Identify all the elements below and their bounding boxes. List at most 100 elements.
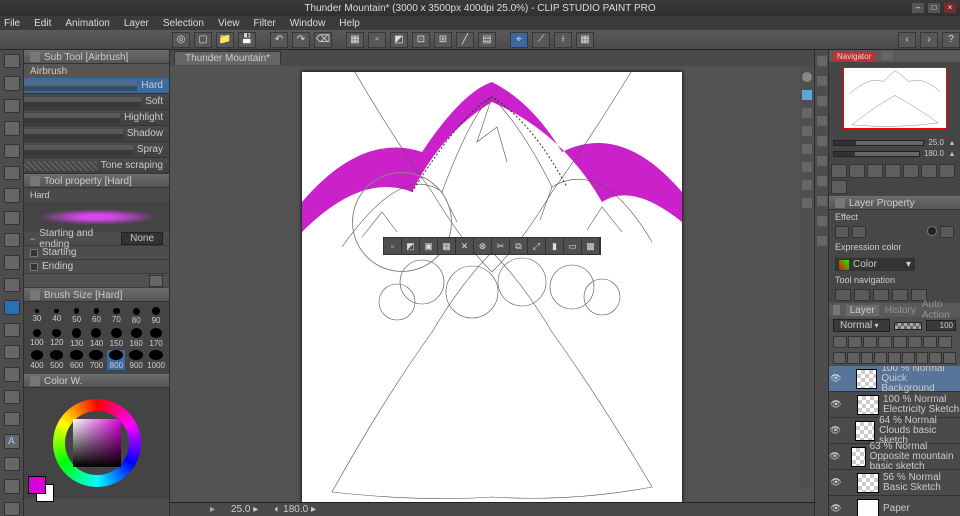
visibility-icon[interactable]: 👁 bbox=[829, 373, 842, 384]
pin-icon[interactable] bbox=[30, 52, 40, 62]
minimize-button[interactable]: – bbox=[912, 3, 924, 13]
layer-action-icon[interactable] bbox=[929, 352, 942, 364]
marquee-tool-icon[interactable] bbox=[4, 144, 20, 158]
brush-size-130[interactable]: 130 bbox=[68, 328, 86, 348]
toolnav-effect-icon[interactable] bbox=[892, 289, 908, 301]
brush-size-90[interactable]: 90 bbox=[147, 306, 165, 326]
brush-size-700[interactable]: 700 bbox=[88, 350, 106, 370]
toolproperty-header[interactable]: Tool property [Hard] bbox=[24, 174, 169, 188]
nav-zoomin-icon[interactable] bbox=[849, 164, 865, 178]
subtool-header[interactable]: Sub Tool [Airbrush] bbox=[24, 50, 169, 64]
pin-icon[interactable] bbox=[835, 198, 845, 208]
chevron-up-icon[interactable]: ▴ bbox=[948, 149, 956, 158]
starting-ending-row[interactable]: − Starting and endingNone bbox=[24, 232, 169, 246]
close-button[interactable]: × bbox=[944, 3, 956, 13]
palette-dock-icon[interactable] bbox=[817, 236, 827, 246]
chevron-up-icon[interactable]: ▴ bbox=[948, 138, 956, 147]
menu-animation[interactable]: Animation bbox=[65, 18, 109, 29]
zoom-readout[interactable]: 25.0 ▸ bbox=[231, 504, 258, 515]
layer-action-icon[interactable] bbox=[893, 336, 907, 348]
eyedropper-tool-icon[interactable] bbox=[4, 211, 20, 225]
pen-tool-icon[interactable] bbox=[4, 233, 20, 247]
brush-size-100[interactable]: 100 bbox=[28, 328, 46, 348]
material4-icon[interactable] bbox=[802, 144, 812, 154]
layer-action-icon[interactable] bbox=[916, 352, 929, 364]
palette-dock-icon[interactable] bbox=[817, 56, 827, 66]
checkbox-icon[interactable] bbox=[30, 249, 38, 257]
operation-tool-icon[interactable] bbox=[4, 99, 20, 113]
fill-tool-icon[interactable] bbox=[4, 390, 20, 404]
frame-tool-icon[interactable] bbox=[4, 479, 20, 493]
nav-100-icon[interactable] bbox=[885, 164, 901, 178]
canvas-viewport[interactable]: ▫ ◩ ▣ ▦ ✕ ⊗ ✂ ⧉ ⤢ ▮ ▭ ▩ bbox=[170, 66, 814, 502]
brush-size-70[interactable]: 70 bbox=[107, 306, 125, 326]
material3-icon[interactable] bbox=[802, 126, 812, 136]
pin-icon[interactable] bbox=[30, 176, 40, 186]
trash-icon[interactable] bbox=[943, 352, 956, 364]
airbrush-tool-icon[interactable] bbox=[4, 300, 20, 314]
sel-invert-icon[interactable]: ◩ bbox=[402, 238, 420, 254]
layer-action-icon[interactable] bbox=[938, 336, 952, 348]
toolnav-pencil-icon[interactable] bbox=[854, 289, 870, 301]
nav-rotl-icon[interactable] bbox=[921, 164, 937, 178]
help-icon[interactable]: ? bbox=[942, 32, 960, 48]
select-all-icon[interactable]: ▦ bbox=[346, 32, 364, 48]
nav-fit-icon[interactable] bbox=[867, 164, 883, 178]
text-tool-icon[interactable]: A bbox=[4, 434, 20, 448]
brush-size-800[interactable]: 800 bbox=[107, 350, 125, 370]
layer-action-icon[interactable] bbox=[888, 352, 901, 364]
subtool-item-soft[interactable]: Soft bbox=[24, 94, 169, 110]
sel-scale-icon[interactable]: ⤢ bbox=[528, 238, 546, 254]
maximize-button[interactable]: □ bbox=[928, 3, 940, 13]
material2-icon[interactable] bbox=[802, 108, 812, 118]
layer-row[interactable]: 👁 Paper bbox=[829, 496, 960, 516]
palette-dock-icon[interactable] bbox=[817, 136, 827, 146]
subtool-tab[interactable]: Airbrush bbox=[24, 64, 169, 78]
redo-icon[interactable]: ↷ bbox=[292, 32, 310, 48]
expand-sel-icon[interactable]: ⊞ bbox=[434, 32, 452, 48]
itemlist-tab-icon[interactable] bbox=[881, 52, 893, 60]
hue-ring[interactable] bbox=[53, 399, 141, 487]
brushsize-header[interactable]: Brush Size [Hard] bbox=[24, 288, 169, 302]
brush-size-600[interactable]: 600 bbox=[68, 350, 86, 370]
expression-color-dropdown[interactable]: Color▾ bbox=[835, 258, 915, 271]
new-folder-icon[interactable] bbox=[847, 352, 860, 364]
brush-size-160[interactable]: 160 bbox=[127, 328, 145, 348]
pin-icon[interactable] bbox=[30, 376, 40, 386]
lasso-tool-icon[interactable] bbox=[4, 188, 20, 202]
subtool-item-hard[interactable]: Hard bbox=[24, 78, 169, 94]
sel-cut-icon[interactable]: ✂ bbox=[492, 238, 510, 254]
new-doc-icon[interactable]: ▢ bbox=[194, 32, 212, 48]
quickaccess-icon[interactable] bbox=[802, 72, 812, 82]
zoom-slider[interactable] bbox=[833, 140, 924, 146]
tab-history[interactable]: History bbox=[885, 305, 916, 316]
layercolor-effect-icon[interactable] bbox=[940, 226, 954, 238]
brush-tool-icon[interactable] bbox=[4, 278, 20, 292]
brush-size-150[interactable]: 150 bbox=[107, 328, 125, 348]
subtool-item-tonescraping[interactable]: Tone scraping bbox=[24, 158, 169, 174]
zoom-tool-icon[interactable] bbox=[4, 54, 20, 68]
swatch-pair[interactable] bbox=[28, 476, 46, 494]
document-tab[interactable]: Thunder Mountain* bbox=[174, 51, 281, 65]
ending-row[interactable]: Ending bbox=[24, 260, 169, 274]
open-icon[interactable]: 📁 bbox=[216, 32, 234, 48]
brush-size-1000[interactable]: 1000 bbox=[147, 350, 165, 370]
pin-icon[interactable] bbox=[30, 290, 40, 300]
decoration-tool-icon[interactable] bbox=[4, 323, 20, 337]
nav-zoomout-icon[interactable] bbox=[831, 164, 847, 178]
palette-dock-icon[interactable] bbox=[817, 76, 827, 86]
brush-size-80[interactable]: 80 bbox=[127, 306, 145, 326]
blend-tool-icon[interactable] bbox=[4, 367, 20, 381]
palette-dock-icon[interactable] bbox=[817, 216, 827, 226]
menu-view[interactable]: View bbox=[218, 18, 240, 29]
layer-action-icon[interactable] bbox=[874, 352, 887, 364]
chevron-right-icon[interactable]: › bbox=[920, 32, 938, 48]
snap-ruler-icon[interactable]: ⟋ bbox=[532, 32, 550, 48]
layer-action-icon[interactable] bbox=[861, 352, 874, 364]
brush-size-120[interactable]: 120 bbox=[48, 328, 66, 348]
toolnav-pen-icon[interactable] bbox=[835, 289, 851, 301]
wrench-icon[interactable] bbox=[149, 275, 163, 287]
layer-row[interactable]: 👁 56 % NormalBasic Sketch bbox=[829, 470, 960, 496]
erase-icon[interactable]: ⌫ bbox=[314, 32, 332, 48]
pin-icon[interactable] bbox=[833, 305, 840, 315]
